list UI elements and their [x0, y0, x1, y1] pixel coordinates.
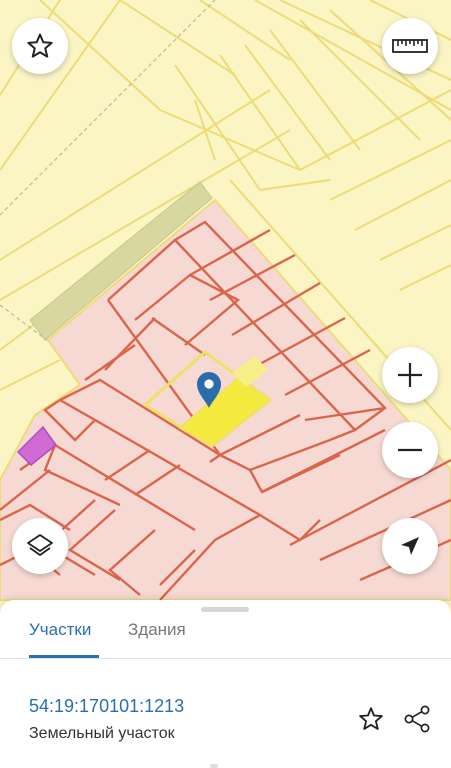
locate-button[interactable]	[382, 518, 438, 574]
drag-handle[interactable]	[201, 607, 249, 612]
star-outline-icon	[357, 707, 385, 737]
layers-icon	[25, 531, 55, 561]
favorite-button[interactable]	[12, 18, 68, 74]
tab-buildings[interactable]: Здания	[128, 620, 186, 640]
minus-icon	[395, 435, 425, 465]
bottom-sheet[interactable]: Участки Здания 54:19:170101:1213 Земельн…	[0, 600, 451, 768]
zoom-in-button[interactable]	[382, 347, 438, 403]
tab-parcels[interactable]: Участки	[29, 620, 91, 640]
share-icon	[402, 705, 432, 738]
zoom-out-button[interactable]	[382, 422, 438, 478]
ruler-button[interactable]	[382, 18, 438, 74]
share-button[interactable]	[402, 704, 432, 739]
parcel-type-label: Земельный участок	[29, 725, 175, 742]
star-icon	[25, 31, 55, 61]
tabs-divider	[0, 658, 451, 659]
navigation-arrow-icon	[399, 535, 421, 557]
sheet-bottom-indicator	[210, 764, 218, 768]
add-to-favorites-button[interactable]	[357, 705, 385, 738]
plus-icon	[395, 360, 425, 390]
cadastral-number-link[interactable]: 54:19:170101:1213	[29, 696, 184, 717]
ruler-icon	[392, 37, 428, 55]
layers-button[interactable]	[12, 518, 68, 574]
